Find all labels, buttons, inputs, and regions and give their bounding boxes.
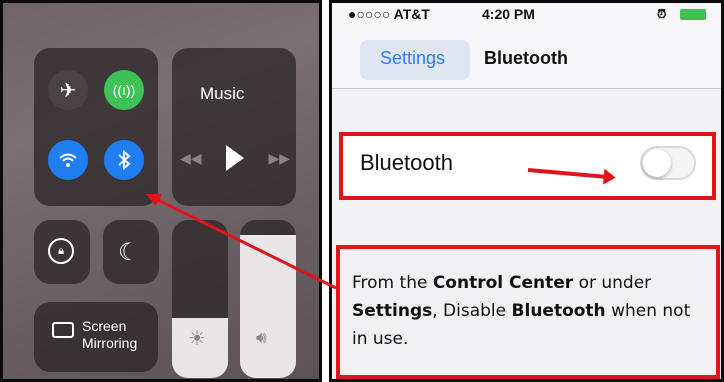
airplay-icon: [52, 322, 74, 338]
nav-title: Bluetooth: [484, 48, 568, 68]
instruction-box: From the Control Center or under Setting…: [336, 245, 720, 379]
toggle-knob: [643, 149, 671, 177]
brightness-slider[interactable]: ☀: [172, 220, 228, 378]
bluetooth-icon: [118, 150, 131, 170]
back-button[interactable]: Settings: [380, 48, 445, 69]
sun-icon: ☀: [188, 328, 206, 350]
wifi-button[interactable]: [48, 140, 88, 180]
screen-mirroring-label: Screen Mirroring: [82, 318, 138, 351]
status-time: 4:20 PM: [482, 6, 535, 22]
bluetooth-button[interactable]: [104, 140, 144, 180]
rewind-icon[interactable]: ◀◀: [180, 150, 202, 167]
bluetooth-row-label: Bluetooth: [360, 150, 453, 175]
cellular-data-button[interactable]: ((ı)): [104, 70, 144, 110]
volume-level: [240, 235, 296, 378]
moon-icon: ☾: [118, 239, 140, 266]
carrier-label: ●○○○○ AT&T: [348, 6, 430, 22]
airplane-mode-button[interactable]: ✈: [48, 70, 88, 110]
wifi-icon: [59, 153, 77, 167]
battery-icon: [680, 9, 706, 20]
cellular-antenna-icon: ((ı)): [112, 82, 136, 98]
instruction-text: From the Control Center or under Setting…: [352, 273, 691, 349]
status-bar: ●○○○○ AT&T 4:20 PM ⏰︎: [332, 4, 721, 26]
music-controls: ◀◀ ▶▶: [180, 145, 290, 171]
volume-slider[interactable]: 🔊︎: [240, 220, 296, 378]
music-tile[interactable]: [172, 48, 296, 206]
alarm-icon: ⏰︎: [657, 7, 667, 21]
bluetooth-toggle[interactable]: [640, 146, 696, 180]
rotation-lock-icon: 🔒︎: [48, 238, 74, 264]
fast-forward-icon[interactable]: ▶▶: [268, 150, 290, 167]
play-icon[interactable]: [226, 145, 244, 171]
airplane-icon: ✈: [59, 79, 77, 102]
speaker-icon: 🔊︎: [256, 328, 267, 347]
connectivity-tile: [34, 48, 158, 206]
music-title: Music: [200, 84, 245, 103]
